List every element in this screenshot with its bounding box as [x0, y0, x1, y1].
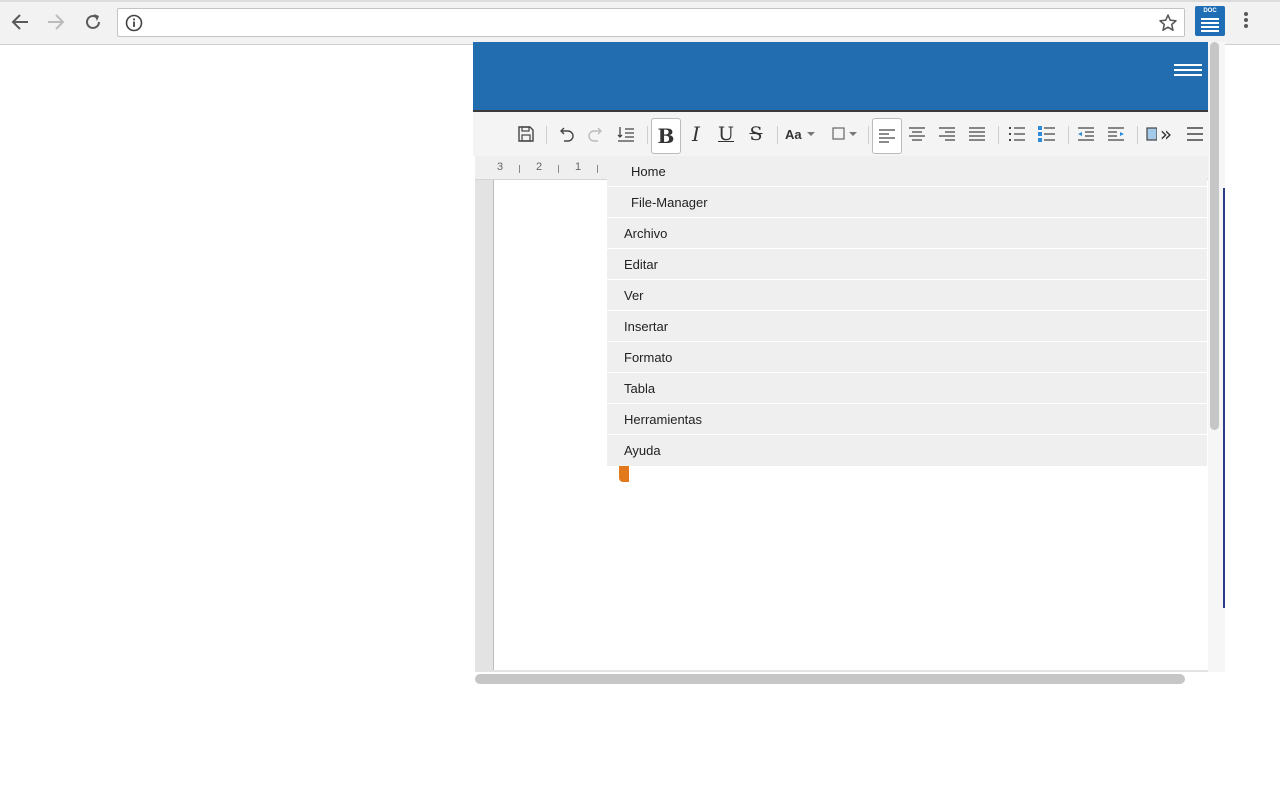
insert-table-button[interactable]	[1145, 121, 1157, 147]
menu-item-label: Insertar	[624, 319, 669, 334]
menu-item-herramientas[interactable]: Herramientas	[607, 404, 1207, 435]
menu-item-label: Herramientas	[624, 412, 703, 427]
menu-item-ayuda[interactable]: Ayuda	[607, 435, 1207, 466]
menu-item-ver[interactable]: Ver	[607, 280, 1207, 311]
ruler-tick-label: 1	[575, 161, 582, 173]
toolbar-overflow-button[interactable]: »	[1157, 121, 1175, 147]
align-left-icon	[879, 129, 895, 143]
font-size-label: Aa	[785, 126, 802, 142]
main-menu-dropdown: Home File-Manager Archivo Editar Ver Ins…	[607, 156, 1207, 466]
menu-item-file-manager[interactable]: File-Manager	[607, 187, 1207, 218]
hamburger-menu-icon[interactable]	[1174, 64, 1202, 80]
menu-item-home[interactable]: Home	[607, 156, 1207, 187]
menu-item-label: Tabla	[624, 381, 656, 396]
page-edge-marker	[1223, 188, 1225, 608]
menu-item-archivo[interactable]: Archivo	[607, 218, 1207, 249]
toolbar-separator	[1068, 126, 1069, 144]
info-icon[interactable]	[125, 14, 143, 32]
address-bar[interactable]	[117, 8, 1185, 37]
menu-item-label: Ayuda	[624, 443, 661, 458]
menu-item-formato[interactable]: Formato	[607, 342, 1207, 373]
bullet-list-icon	[1009, 127, 1025, 141]
italic-button[interactable]: I	[683, 121, 709, 147]
reload-icon	[86, 14, 100, 29]
vertical-scrollbar-thumb[interactable]	[1210, 42, 1219, 430]
increase-indent-button[interactable]	[1103, 121, 1129, 147]
back-arrow-icon	[11, 14, 28, 30]
border-dropdown[interactable]	[829, 121, 861, 147]
table-icon	[1146, 127, 1157, 141]
redo-icon	[588, 127, 602, 142]
menu-item-label: Archivo	[624, 226, 668, 241]
tab-strip-edge	[0, 0, 1280, 2]
ruler-tick-label: 2	[536, 161, 543, 173]
redo-button[interactable]	[583, 121, 609, 147]
browser-toolbar: DOC	[0, 0, 1280, 45]
toolbar-separator	[777, 126, 778, 144]
app-header	[473, 42, 1208, 110]
decrease-indent-icon	[1078, 127, 1094, 141]
back-button[interactable]	[7, 9, 33, 35]
menu-item-insertar[interactable]: Insertar	[607, 311, 1207, 342]
border-box-icon	[832, 127, 857, 140]
ruler-tick	[519, 165, 520, 173]
justify-button[interactable]	[964, 121, 990, 147]
bullet-list-button[interactable]	[1004, 121, 1030, 147]
menu-item-label: File-Manager	[631, 195, 708, 210]
line-spacing-icon	[617, 127, 634, 142]
menu-lines-icon	[1187, 127, 1203, 141]
font-size-dropdown[interactable]: Aa	[785, 121, 825, 147]
align-center-icon	[909, 127, 925, 141]
bold-button[interactable]: B	[651, 118, 681, 154]
ruler-tick	[558, 165, 559, 173]
forward-button[interactable]	[43, 9, 69, 35]
forward-arrow-icon	[48, 14, 65, 30]
menu-item-label: Formato	[624, 350, 673, 365]
underline-button[interactable]: U	[713, 121, 739, 147]
undo-icon	[560, 127, 574, 142]
toolbar-separator	[998, 126, 999, 144]
formatting-toolbar: B I U S Aa »	[473, 110, 1208, 156]
justify-icon	[969, 127, 985, 141]
save-icon	[518, 126, 534, 142]
line-spacing-button[interactable]	[613, 121, 639, 147]
bookmark-star-icon[interactable]	[1158, 13, 1178, 33]
extension-label: DOC	[1203, 8, 1217, 14]
horizontal-scrollbar-thumb[interactable]	[475, 674, 1185, 684]
align-right-button[interactable]	[934, 121, 960, 147]
align-right-icon	[939, 127, 955, 141]
menu-item-editar[interactable]: Editar	[607, 249, 1207, 280]
toolbar-separator	[647, 126, 648, 144]
strikethrough-button[interactable]: S	[743, 121, 769, 147]
toolbar-separator	[1137, 126, 1138, 144]
increase-indent-icon	[1108, 127, 1124, 141]
numbered-list-button[interactable]	[1034, 121, 1060, 147]
align-center-button[interactable]	[904, 121, 930, 147]
decrease-indent-button[interactable]	[1073, 121, 1099, 147]
menu-item-label: Home	[631, 164, 666, 179]
toolbar-separator	[868, 126, 869, 144]
save-button[interactable]	[513, 121, 539, 147]
menu-item-label: Editar	[624, 257, 658, 272]
numbered-list-icon	[1038, 126, 1055, 142]
ruler-tick	[597, 165, 598, 173]
doc-extension-button[interactable]: DOC	[1195, 6, 1225, 36]
document-lines-icon	[1201, 18, 1219, 34]
reload-button[interactable]	[80, 9, 106, 35]
menu-item-tabla[interactable]: Tabla	[607, 373, 1207, 404]
browser-menu-icon[interactable]	[1238, 12, 1254, 32]
side-menu-button[interactable]	[1185, 121, 1205, 147]
ruler-tick-label: 3	[497, 161, 504, 173]
undo-button[interactable]	[553, 121, 579, 147]
toolbar-separator	[546, 126, 547, 144]
chevron-down-icon	[806, 132, 815, 136]
align-left-button[interactable]	[872, 118, 902, 154]
menu-item-label: Ver	[624, 288, 644, 303]
